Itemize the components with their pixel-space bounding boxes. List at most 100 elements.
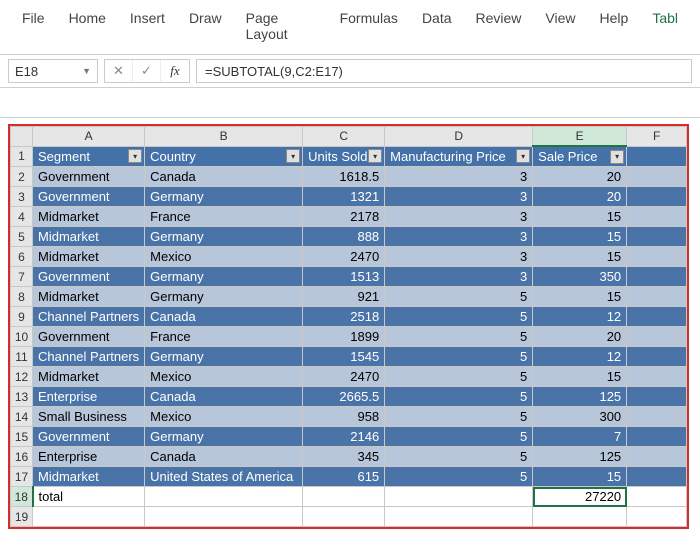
cell-country[interactable]: Germany bbox=[145, 267, 303, 287]
cell-country[interactable]: France bbox=[145, 327, 303, 347]
cell-F9[interactable] bbox=[627, 307, 687, 327]
row-header-7[interactable]: 7 bbox=[11, 267, 33, 287]
cell-country[interactable]: Mexico bbox=[145, 367, 303, 387]
cell-mfg[interactable]: 5 bbox=[385, 367, 533, 387]
name-box[interactable]: E18 ▼ bbox=[8, 59, 98, 83]
cell-units[interactable]: 2146 bbox=[303, 427, 385, 447]
cell-D18[interactable] bbox=[385, 487, 533, 507]
cell-units[interactable]: 1513 bbox=[303, 267, 385, 287]
header-sale[interactable]: Sale Price▾ bbox=[533, 146, 627, 167]
cell-sale[interactable]: 12 bbox=[533, 307, 627, 327]
ribbon-tab-formulas[interactable]: Formulas bbox=[328, 6, 410, 46]
col-header-E[interactable]: E bbox=[533, 127, 627, 147]
header-country[interactable]: Country▾ bbox=[145, 146, 303, 167]
filter-dropdown-icon[interactable]: ▾ bbox=[516, 149, 530, 163]
cell-segment[interactable]: Channel Partners bbox=[33, 347, 145, 367]
cell-segment[interactable]: Small Business bbox=[33, 407, 145, 427]
row-header-8[interactable]: 8 bbox=[11, 287, 33, 307]
cell-mfg[interactable]: 5 bbox=[385, 327, 533, 347]
cell-units[interactable]: 1618.5 bbox=[303, 167, 385, 187]
header-mfg[interactable]: Manufacturing Price▾ bbox=[385, 146, 533, 167]
cell-mfg[interactable]: 3 bbox=[385, 247, 533, 267]
cell-mfg[interactable]: 3 bbox=[385, 227, 533, 247]
cell-country[interactable]: Germany bbox=[145, 287, 303, 307]
cell-F2[interactable] bbox=[627, 167, 687, 187]
cell-F5[interactable] bbox=[627, 227, 687, 247]
cell-country[interactable]: Germany bbox=[145, 427, 303, 447]
ribbon-tab-draw[interactable]: Draw bbox=[177, 6, 234, 46]
cell-mfg[interactable]: 3 bbox=[385, 267, 533, 287]
header-units[interactable]: Units Sold▾ bbox=[303, 146, 385, 167]
cell-country[interactable]: United States of America bbox=[145, 467, 303, 487]
cell-segment[interactable]: Midmarket bbox=[33, 227, 145, 247]
cell-F11[interactable] bbox=[627, 347, 687, 367]
cell-mfg[interactable]: 5 bbox=[385, 407, 533, 427]
cell-sale[interactable]: 20 bbox=[533, 327, 627, 347]
cell-segment[interactable]: Midmarket bbox=[33, 287, 145, 307]
cell-mfg[interactable]: 5 bbox=[385, 347, 533, 367]
row-header-9[interactable]: 9 bbox=[11, 307, 33, 327]
cell-F16[interactable] bbox=[627, 447, 687, 467]
cell-units[interactable]: 2470 bbox=[303, 247, 385, 267]
cell-country[interactable]: Canada bbox=[145, 167, 303, 187]
cell-segment[interactable]: Midmarket bbox=[33, 247, 145, 267]
cell-units[interactable]: 1321 bbox=[303, 187, 385, 207]
formula-input[interactable]: =SUBTOTAL(9,C2:E17) bbox=[196, 59, 692, 83]
cell-segment[interactable]: Government bbox=[33, 327, 145, 347]
cell-country[interactable]: Germany bbox=[145, 347, 303, 367]
cell-sale[interactable]: 125 bbox=[533, 387, 627, 407]
cell-units[interactable]: 2665.5 bbox=[303, 387, 385, 407]
cell-empty[interactable] bbox=[385, 507, 533, 527]
cell-mfg[interactable]: 5 bbox=[385, 447, 533, 467]
cell-segment[interactable]: Midmarket bbox=[33, 207, 145, 227]
col-header-A[interactable]: A bbox=[33, 127, 145, 147]
fx-icon[interactable]: fx bbox=[161, 60, 189, 82]
filter-dropdown-icon[interactable]: ▾ bbox=[128, 149, 142, 163]
header-segment[interactable]: Segment▾ bbox=[33, 146, 145, 167]
cell-sale[interactable]: 15 bbox=[533, 467, 627, 487]
cell-sale[interactable]: 15 bbox=[533, 247, 627, 267]
cancel-icon[interactable]: ✕ bbox=[105, 60, 133, 82]
row-header-17[interactable]: 17 bbox=[11, 467, 33, 487]
cell-F8[interactable] bbox=[627, 287, 687, 307]
cell-segment[interactable]: Government bbox=[33, 187, 145, 207]
cell-mfg[interactable]: 3 bbox=[385, 207, 533, 227]
cell-E18-selected[interactable]: 27220 bbox=[533, 487, 627, 507]
row-header-15[interactable]: 15 bbox=[11, 427, 33, 447]
cell-empty[interactable] bbox=[33, 507, 145, 527]
cell-units[interactable]: 1545 bbox=[303, 347, 385, 367]
cell-segment[interactable]: Government bbox=[33, 267, 145, 287]
col-header-D[interactable]: D bbox=[385, 127, 533, 147]
cell-sale[interactable]: 20 bbox=[533, 187, 627, 207]
cell-mfg[interactable]: 5 bbox=[385, 287, 533, 307]
cell-F18[interactable] bbox=[627, 487, 687, 507]
cell-F7[interactable] bbox=[627, 267, 687, 287]
cell-empty[interactable] bbox=[303, 507, 385, 527]
cell-empty[interactable] bbox=[627, 507, 687, 527]
cell-total-label[interactable]: total bbox=[33, 487, 145, 507]
filter-dropdown-icon[interactable]: ▾ bbox=[610, 150, 624, 164]
cell-F17[interactable] bbox=[627, 467, 687, 487]
col-header-F[interactable]: F bbox=[627, 127, 687, 147]
cell-mfg[interactable]: 3 bbox=[385, 167, 533, 187]
row-header-10[interactable]: 10 bbox=[11, 327, 33, 347]
cell-units[interactable]: 888 bbox=[303, 227, 385, 247]
cell-units[interactable]: 345 bbox=[303, 447, 385, 467]
row-header-12[interactable]: 12 bbox=[11, 367, 33, 387]
row-header-2[interactable]: 2 bbox=[11, 167, 33, 187]
cell-country[interactable]: Germany bbox=[145, 227, 303, 247]
cell-empty[interactable] bbox=[145, 507, 303, 527]
cell-sale[interactable]: 20 bbox=[533, 167, 627, 187]
cell-F4[interactable] bbox=[627, 207, 687, 227]
cell-F1[interactable] bbox=[627, 146, 687, 167]
row-header-5[interactable]: 5 bbox=[11, 227, 33, 247]
cell-segment[interactable]: Enterprise bbox=[33, 447, 145, 467]
cell-F3[interactable] bbox=[627, 187, 687, 207]
spreadsheet-grid[interactable]: A B C D E F 1Segment▾Country▾Units Sold▾… bbox=[10, 126, 687, 527]
filter-dropdown-icon[interactable]: ▾ bbox=[286, 149, 300, 163]
cell-B18[interactable] bbox=[145, 487, 303, 507]
row-header-16[interactable]: 16 bbox=[11, 447, 33, 467]
row-header-3[interactable]: 3 bbox=[11, 187, 33, 207]
cell-mfg[interactable]: 5 bbox=[385, 307, 533, 327]
cell-country[interactable]: Germany bbox=[145, 187, 303, 207]
